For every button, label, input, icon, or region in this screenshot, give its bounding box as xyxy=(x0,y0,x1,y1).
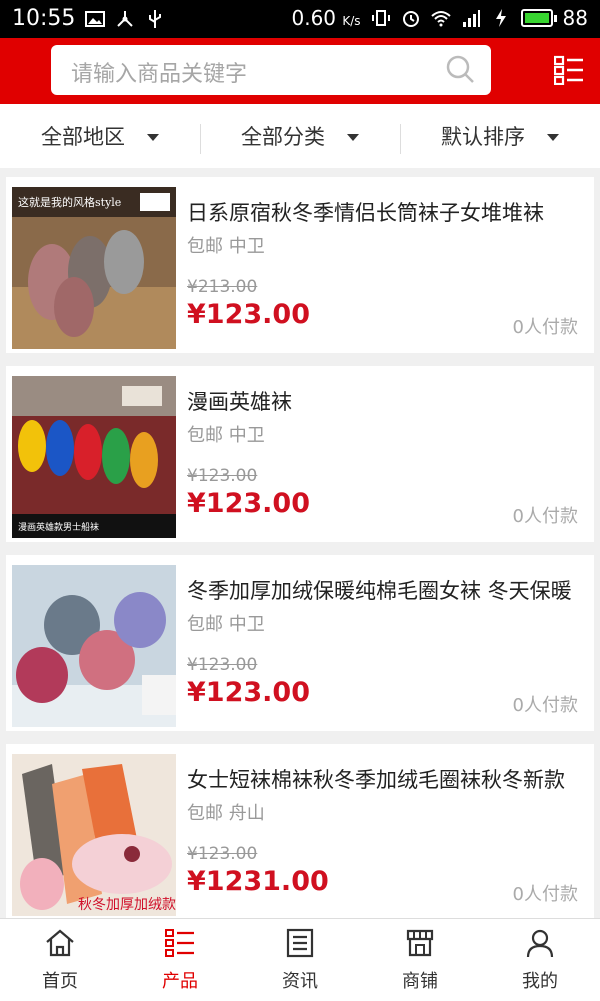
product-paid-count: 0人付款 xyxy=(512,695,578,716)
product-old-price: ¥213.00 xyxy=(187,277,258,297)
caret-down-icon xyxy=(347,134,359,141)
tab-shop-label: 商铺 xyxy=(402,971,438,992)
filter-sort[interactable]: 默认排序 xyxy=(400,104,600,168)
product-card[interactable]: 这就是我的风格style 日系原宿秋冬季情侣长筒袜子女堆堆袜 包邮 中卫 ¥21… xyxy=(6,177,594,353)
product-shipping: 包邮 中卫 xyxy=(187,236,265,257)
product-image[interactable] xyxy=(12,565,176,727)
product-paid-count: 0人付款 xyxy=(512,884,578,905)
filter-region[interactable]: 全部地区 xyxy=(0,104,200,168)
image-caption: 漫画英雄款男士船袜 xyxy=(18,523,100,533)
list-menu-icon[interactable] xyxy=(554,55,584,85)
user-icon xyxy=(526,929,554,958)
tab-home[interactable]: 首页 xyxy=(0,919,120,1001)
product-price: ¥123.00 xyxy=(187,488,310,519)
vibrate-icon xyxy=(371,10,390,26)
battery-icon xyxy=(520,9,557,27)
product-price: ¥123.00 xyxy=(187,677,310,708)
net-speed: 0.60 K/s xyxy=(291,6,361,30)
image-caption: 秋冬加厚加绒款 xyxy=(78,897,176,913)
home-icon xyxy=(46,929,74,957)
product-shipping: 包邮 舟山 xyxy=(187,803,265,824)
filter-category-label: 全部分类 xyxy=(241,125,325,149)
tab-shop[interactable]: 商铺 xyxy=(360,919,480,1001)
product-shipping: 包邮 中卫 xyxy=(187,614,265,635)
filter-bar: 全部地区 全部分类 默认排序 xyxy=(0,104,600,168)
tab-mine-label: 我的 xyxy=(522,971,558,992)
battery-level: 88 xyxy=(562,6,588,30)
bottom-tab-bar: 首页 产品 资讯 商铺 我的 xyxy=(0,918,600,1001)
signal-icon xyxy=(462,10,480,27)
share-icon xyxy=(117,10,134,27)
product-old-price: ¥123.00 xyxy=(187,466,258,486)
product-old-price: ¥123.00 xyxy=(187,844,258,864)
search-icon[interactable] xyxy=(445,54,475,84)
list-icon xyxy=(165,929,194,957)
product-image[interactable]: 这就是我的风格style xyxy=(12,187,176,349)
charging-icon xyxy=(495,9,506,27)
tab-products[interactable]: 产品 xyxy=(120,919,240,1001)
product-shipping: 包邮 中卫 xyxy=(187,425,265,446)
product-card[interactable]: 冬季加厚加绒保暖纯棉毛圈女袜 冬天保暖 包邮 中卫 ¥123.00 ¥123.0… xyxy=(6,555,594,731)
product-title[interactable]: 日系原宿秋冬季情侣长筒袜子女堆堆袜 xyxy=(187,197,577,227)
product-paid-count: 0人付款 xyxy=(512,506,578,527)
product-title[interactable]: 冬季加厚加绒保暖纯棉毛圈女袜 冬天保暖 xyxy=(187,575,577,605)
product-price: ¥123.00 xyxy=(187,299,310,330)
product-image[interactable]: 秋冬加厚加绒款 xyxy=(12,754,176,916)
caret-down-icon xyxy=(547,134,559,141)
product-paid-count: 0人付款 xyxy=(512,317,578,338)
status-time: 10:55 xyxy=(12,6,76,31)
product-card[interactable]: 秋冬加厚加绒款 女士短袜棉袜秋冬季加绒毛圈袜秋冬新款 包邮 舟山 ¥123.00… xyxy=(6,744,594,920)
image-icon xyxy=(85,10,106,27)
usb-icon xyxy=(149,9,162,28)
status-left: 10:55 xyxy=(12,6,165,31)
alarm-icon xyxy=(402,11,419,27)
status-right: 0.60 K/s 88 xyxy=(291,6,588,30)
status-bar: 10:55 0.60 K/s 88 xyxy=(0,0,600,38)
filter-category[interactable]: 全部分类 xyxy=(200,104,400,168)
tab-home-label: 首页 xyxy=(42,971,78,992)
tab-news[interactable]: 资讯 xyxy=(240,919,360,1001)
product-image[interactable]: 漫画英雄款男士船袜 xyxy=(12,376,176,538)
search-placeholder: 请输入商品关键字 xyxy=(71,62,248,87)
filter-sort-label: 默认排序 xyxy=(441,125,525,149)
product-card[interactable]: 漫画英雄款男士船袜 漫画英雄袜 包邮 中卫 ¥123.00 ¥123.00 0人… xyxy=(6,366,594,542)
header: 请输入商品关键字 xyxy=(0,38,600,104)
tab-news-label: 资讯 xyxy=(282,971,318,992)
search-input[interactable]: 请输入商品关键字 xyxy=(51,45,491,95)
filter-region-label: 全部地区 xyxy=(41,125,125,149)
image-caption: 这就是我的风格style xyxy=(18,196,122,209)
product-title[interactable]: 女士短袜棉袜秋冬季加绒毛圈袜秋冬新款 xyxy=(187,764,577,794)
product-price: ¥1231.00 xyxy=(187,866,329,897)
product-old-price: ¥123.00 xyxy=(187,655,258,675)
tab-products-label: 产品 xyxy=(162,971,198,992)
product-title[interactable]: 漫画英雄袜 xyxy=(187,386,577,416)
caret-down-icon xyxy=(147,134,159,141)
news-icon xyxy=(286,928,314,958)
tab-mine[interactable]: 我的 xyxy=(480,919,600,1001)
wifi-icon xyxy=(430,11,451,27)
shop-icon xyxy=(406,929,434,957)
